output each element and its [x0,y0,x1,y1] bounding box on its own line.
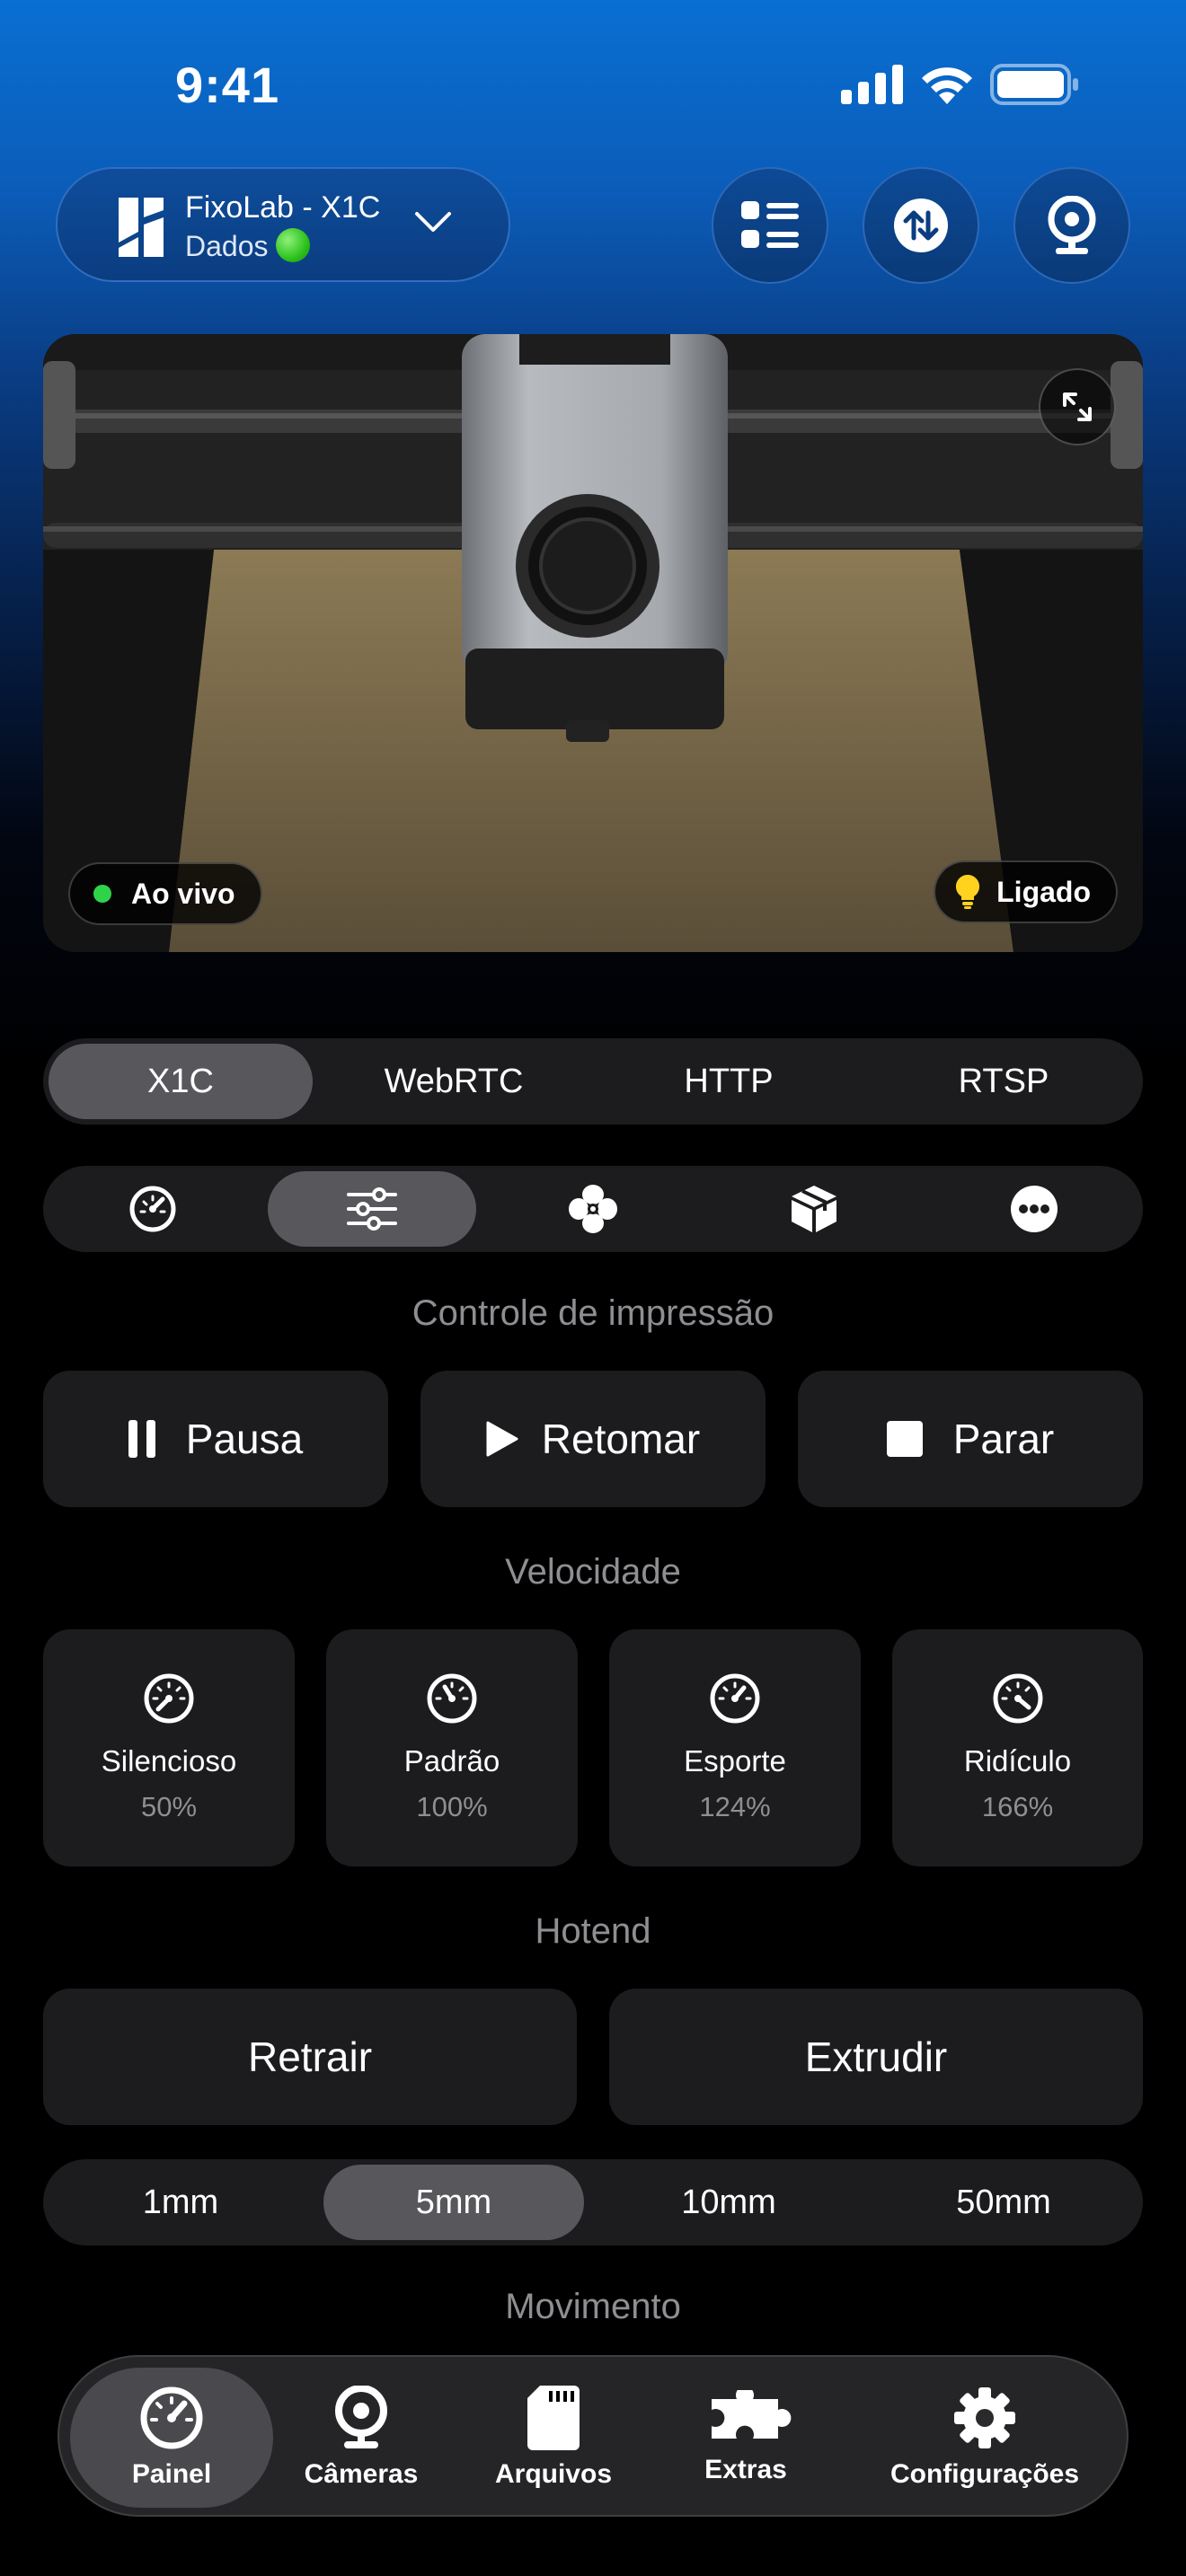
movement-title: Movimento [505,2287,681,2326]
fan-icon [569,1185,617,1233]
resume-label: Retomar [541,1416,701,1462]
gauge-medium-icon [427,1673,477,1724]
stop-icon [886,1421,923,1457]
sd-card-icon [527,2386,580,2450]
speed-mode-silent[interactable]: Silencioso 50% [43,1629,295,1866]
list-icon [741,201,799,248]
extrude-distance-selector: 1mm 5mm 10mm 50mm [43,2159,1143,2245]
puzzle-icon [712,2390,792,2439]
speed-mode-name: Ridículo [963,1744,1072,1778]
expand-button[interactable] [1039,368,1116,446]
tab-speed[interactable] [49,1171,257,1247]
transfer-button[interactable] [863,167,979,284]
battery-icon [990,64,1078,105]
live-badge: Ao vivo [68,862,262,925]
retract-button[interactable]: Retrair [43,1989,577,2125]
control-category-selector [43,1166,1143,1252]
pause-icon [128,1420,155,1458]
wifi-icon [922,67,972,104]
expand-icon [1063,393,1092,421]
gauge-high-icon [710,1673,760,1724]
speed-mode-name: Silencioso [101,1744,237,1778]
hotend-title: Hotend [535,1911,651,1951]
printer-selector[interactable]: FixoLab - X1C Dados [56,167,510,282]
extrude-label: Extrudir [804,2033,948,2080]
cellular-signal-icon [841,65,903,104]
speed-mode-name: Padrão [403,1744,500,1778]
play-icon [486,1421,518,1457]
distance-1mm[interactable]: 1mm [49,2165,313,2240]
tab-bar-item-cameras[interactable]: Câmeras [289,2368,433,2508]
lightbulb-icon [956,874,980,909]
resume-button[interactable]: Retomar [420,1371,766,1507]
live-label: Ao vivo [131,877,235,910]
tab-bar-item-files[interactable]: Arquivos [482,2368,625,2508]
online-status-dot [275,227,310,262]
stop-button[interactable]: Parar [798,1371,1143,1507]
light-label: Ligado [996,875,1091,908]
status-bar: 9:41 [0,0,1186,171]
extrude-button[interactable]: Extrudir [609,1989,1143,2125]
distance-5mm[interactable]: 5mm [323,2165,584,2240]
more-icon [1011,1186,1058,1232]
tab-rtsp[interactable]: RTSP [873,1044,1134,1119]
gauge-low-icon [144,1673,194,1724]
tab-bar-label: Extras [704,2455,787,2484]
printer-name: FixoLab - X1C [185,190,381,225]
retract-label: Retrair [247,2033,373,2080]
arrows-up-down-icon [894,198,948,252]
tab-webrtc[interactable]: WebRTC [323,1044,584,1119]
live-indicator-dot [93,885,111,903]
tab-http[interactable]: HTTP [598,1044,859,1119]
gauge-icon [140,2386,203,2449]
speed-mode-percent: 50% [140,1791,198,1822]
stop-label: Parar [952,1416,1055,1462]
printer-subtitle: Dados [185,227,310,263]
tab-bar-item-extras[interactable]: Extras [674,2368,818,2508]
box-icon [792,1186,836,1232]
camera-button[interactable] [1013,167,1130,284]
speed-mode-percent: 124% [699,1791,771,1822]
print-control-title: Controle de impressão [412,1293,774,1333]
tab-fans[interactable] [489,1171,697,1247]
tab-more[interactable] [931,1171,1137,1247]
light-toggle[interactable]: Ligado [934,860,1118,923]
speed-mode-name: Esporte [684,1744,786,1778]
webcam-icon [335,2386,387,2448]
tab-filament[interactable] [710,1171,918,1247]
tab-controls[interactable] [268,1171,476,1247]
stream-source-selector: X1C WebRTC HTTP RTSP [43,1038,1143,1125]
camera-feed[interactable]: Ao vivo Ligado [43,334,1143,952]
tab-bar-label: Painel [131,2459,212,2489]
speed-mode-percent: 100% [416,1791,488,1822]
tab-bar-item-settings[interactable]: Configurações [868,2368,1102,2508]
chevron-down-icon [415,212,451,232]
bambu-logo-icon [119,198,164,257]
pause-label: Pausa [185,1416,304,1462]
distance-50mm[interactable]: 50mm [873,2165,1134,2240]
webcam-icon [1048,196,1096,254]
speedometer-icon [129,1186,176,1232]
speed-title: Velocidade [505,1552,681,1592]
sliders-icon [347,1187,397,1231]
speed-mode-ludicrous[interactable]: Ridículo 166% [892,1629,1143,1866]
gear-icon [954,2387,1015,2448]
tab-x1c[interactable]: X1C [49,1044,313,1119]
tab-bar: Painel Câmeras Arquivos Extras Configura… [58,2355,1128,2517]
list-button[interactable] [712,167,828,284]
tab-bar-label: Câmeras [304,2459,419,2489]
printer-subtitle-label: Dados [185,230,269,262]
tab-bar-item-dashboard[interactable]: Painel [70,2368,273,2508]
speed-mode-sport[interactable]: Esporte 124% [609,1629,861,1866]
speed-mode-percent: 166% [981,1791,1054,1822]
gauge-max-icon [993,1673,1042,1724]
tab-bar-label: Configurações [890,2459,1080,2489]
pause-button[interactable]: Pausa [43,1371,388,1507]
tab-bar-label: Arquivos [494,2459,613,2489]
status-time: 9:41 [175,57,280,113]
distance-10mm[interactable]: 10mm [598,2165,859,2240]
printer-camera-image [43,334,1143,952]
speed-mode-standard[interactable]: Padrão 100% [326,1629,578,1866]
